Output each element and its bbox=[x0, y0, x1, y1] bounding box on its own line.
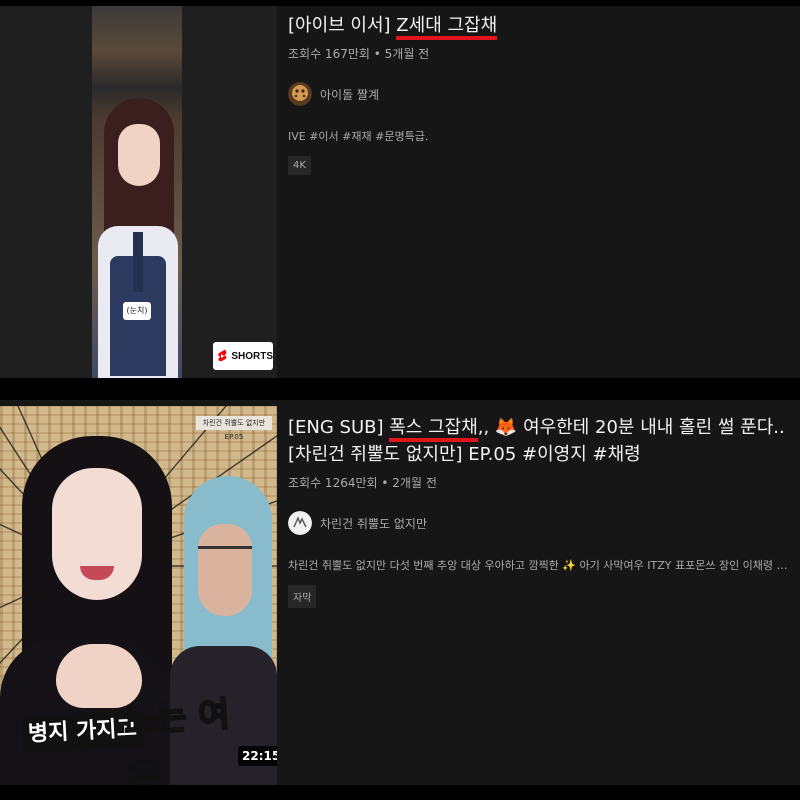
video-thumbnail[interactable]: 차린건 쥐뿔도 없지만 EP.05 병지 가지고 노는 여우 22:15 bbox=[0, 406, 277, 785]
video-title[interactable]: [ENG SUB] 폭스 그잡채,, 🦊 여우한테 20분 내내 홀린 썰 푼다… bbox=[288, 414, 792, 468]
thumbnail-tag: (눈치) bbox=[123, 302, 151, 320]
title-highlight: Z세대 그잡채 bbox=[396, 15, 498, 40]
search-result-video: 차린건 쥐뿔도 없지만 EP.05 병지 가지고 노는 여우 22:15 [EN… bbox=[0, 400, 800, 785]
video-description: 차린건 쥐뿔도 없지만 다섯 번째 추앙 대상 우아하고 깜찍한 ✨ 아기 사막… bbox=[288, 559, 792, 572]
search-results: (눈치) SHORTS [아이브 이서] Z세대 그잡채 조회수 167만회 •… bbox=[0, 0, 800, 800]
title-highlight: 폭스 그잡채 bbox=[389, 417, 478, 442]
video-info: [아이브 이서] Z세대 그잡채 조회수 167만회 • 5개월 전 아이돌 짤… bbox=[288, 12, 792, 175]
caption-orange: 노는 여우 bbox=[122, 693, 232, 785]
thumbnail-image: (눈치) bbox=[92, 6, 182, 378]
view-count: 조회수 1264만회 bbox=[288, 476, 378, 490]
shorts-icon bbox=[218, 349, 227, 362]
badge-subtitles: 자막 bbox=[288, 585, 317, 608]
channel-name[interactable]: 차린건 쥐뿔도 없지만 bbox=[320, 515, 427, 532]
avatar[interactable] bbox=[288, 82, 312, 106]
upload-age: 5개월 전 bbox=[384, 47, 430, 61]
upload-age: 2개월 전 bbox=[392, 476, 437, 490]
shorts-label: SHORTS bbox=[231, 350, 273, 362]
video-thumbnail[interactable]: (눈치) SHORTS bbox=[0, 6, 277, 378]
video-description: IVE #이서 #재재 #문명특급. bbox=[288, 130, 429, 143]
video-meta: 조회수 167만회 • 5개월 전 bbox=[288, 45, 792, 62]
video-meta: 조회수 1264만회 • 2개월 전 bbox=[288, 474, 792, 491]
channel-link[interactable]: 아이돌 짤계 bbox=[288, 82, 792, 106]
avatar[interactable] bbox=[288, 511, 312, 535]
channel-name[interactable]: 아이돌 짤계 bbox=[320, 86, 379, 103]
meta-separator: • bbox=[373, 47, 385, 61]
search-result-shorts: (눈치) SHORTS [아이브 이서] Z세대 그잡채 조회수 167만회 •… bbox=[0, 6, 800, 378]
channel-link[interactable]: 차린건 쥐뿔도 없지만 bbox=[288, 511, 792, 535]
shorts-badge: SHORTS bbox=[213, 342, 273, 370]
thumbnail-tag: 차린건 쥐뿔도 없지만 EP.05 bbox=[196, 416, 272, 441]
title-prefix: [ENG SUB] bbox=[288, 417, 390, 438]
video-info: [ENG SUB] 폭스 그잡채,, 🦊 여우한테 20분 내내 홀린 썰 푼다… bbox=[288, 414, 792, 608]
video-duration: 22:15 bbox=[238, 746, 277, 766]
video-title[interactable]: [아이브 이서] Z세대 그잡채 bbox=[288, 12, 792, 40]
view-count: 조회수 167만회 bbox=[288, 47, 370, 61]
badge-4k: 4K bbox=[288, 156, 311, 175]
meta-separator: • bbox=[381, 476, 393, 490]
thumbnail-caption: 병지 가지고 노는 여우 bbox=[21, 690, 237, 785]
title-prefix: [아이브 이서] bbox=[288, 15, 397, 36]
